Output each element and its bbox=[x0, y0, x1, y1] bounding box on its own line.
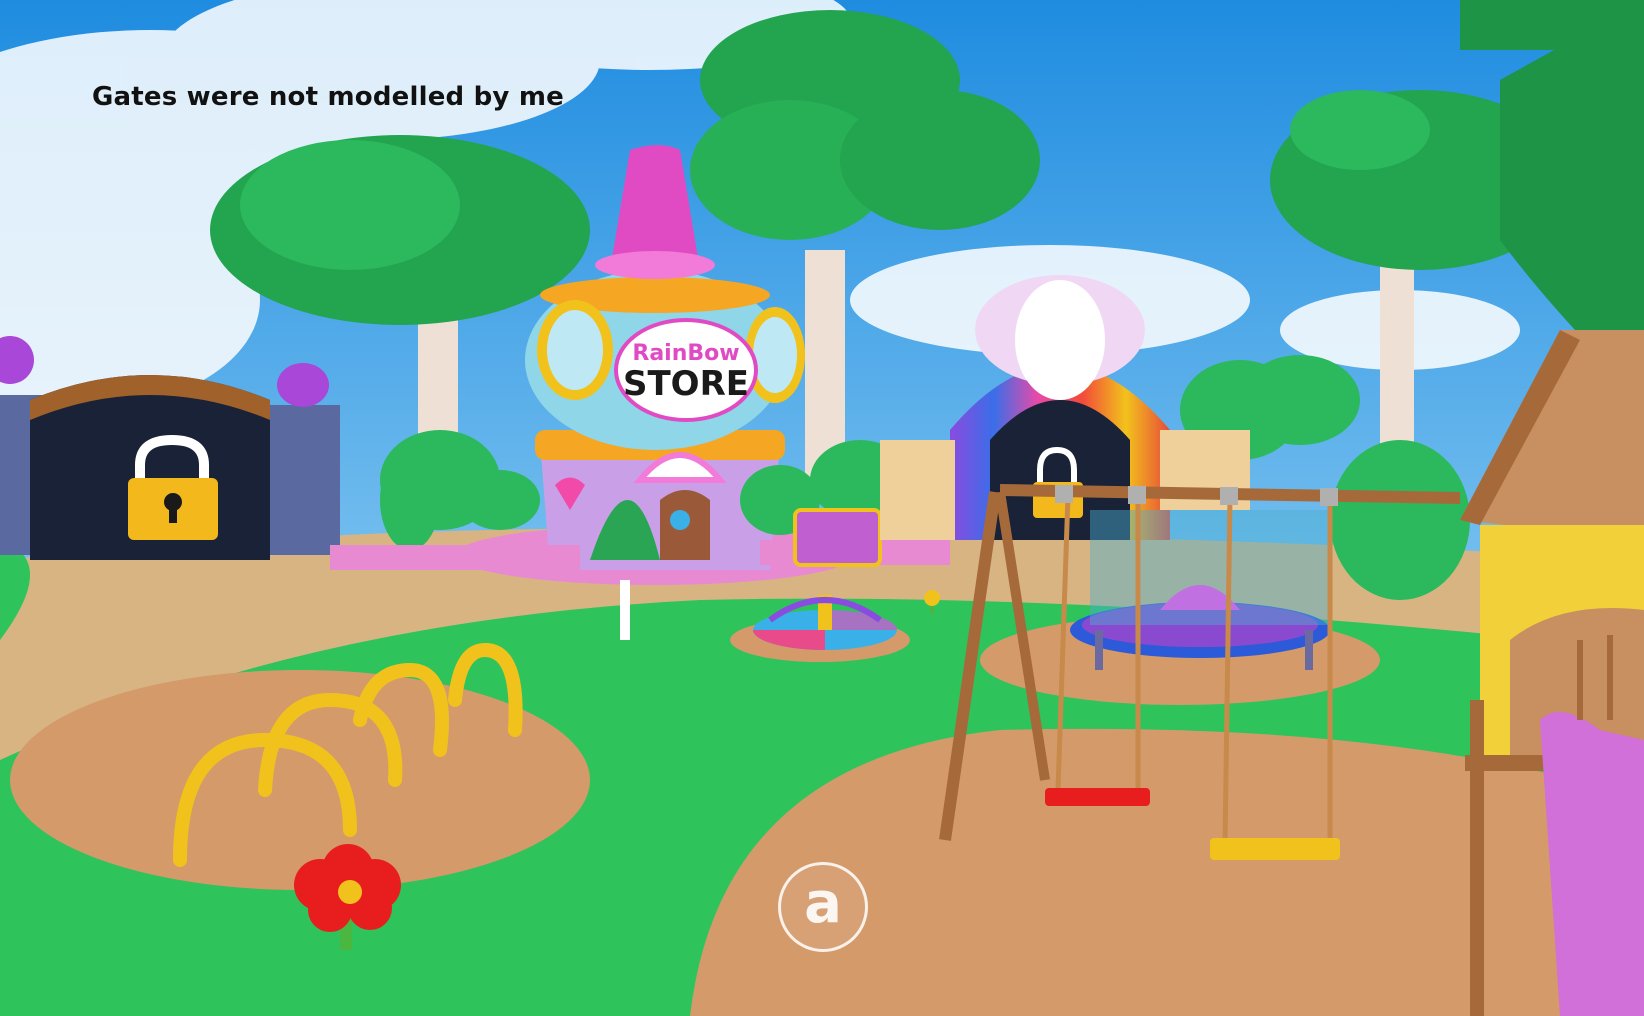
trampoline bbox=[1070, 510, 1330, 670]
jump-action-icon: a bbox=[804, 871, 842, 936]
swing-seat-yellow bbox=[1210, 838, 1340, 860]
store-notice-board bbox=[793, 508, 882, 567]
overlay-caption: Gates were not modelled by me bbox=[92, 82, 564, 112]
store-fence-left bbox=[330, 545, 580, 570]
game-viewport[interactable]: RainBow STORE Gates were not modelled by… bbox=[0, 0, 1644, 1016]
store-sign-top: RainBow bbox=[632, 341, 739, 366]
jump-action-button[interactable]: a bbox=[778, 862, 868, 952]
store-sign-bottom: STORE bbox=[623, 364, 749, 404]
swing-seat-red bbox=[1045, 788, 1150, 806]
